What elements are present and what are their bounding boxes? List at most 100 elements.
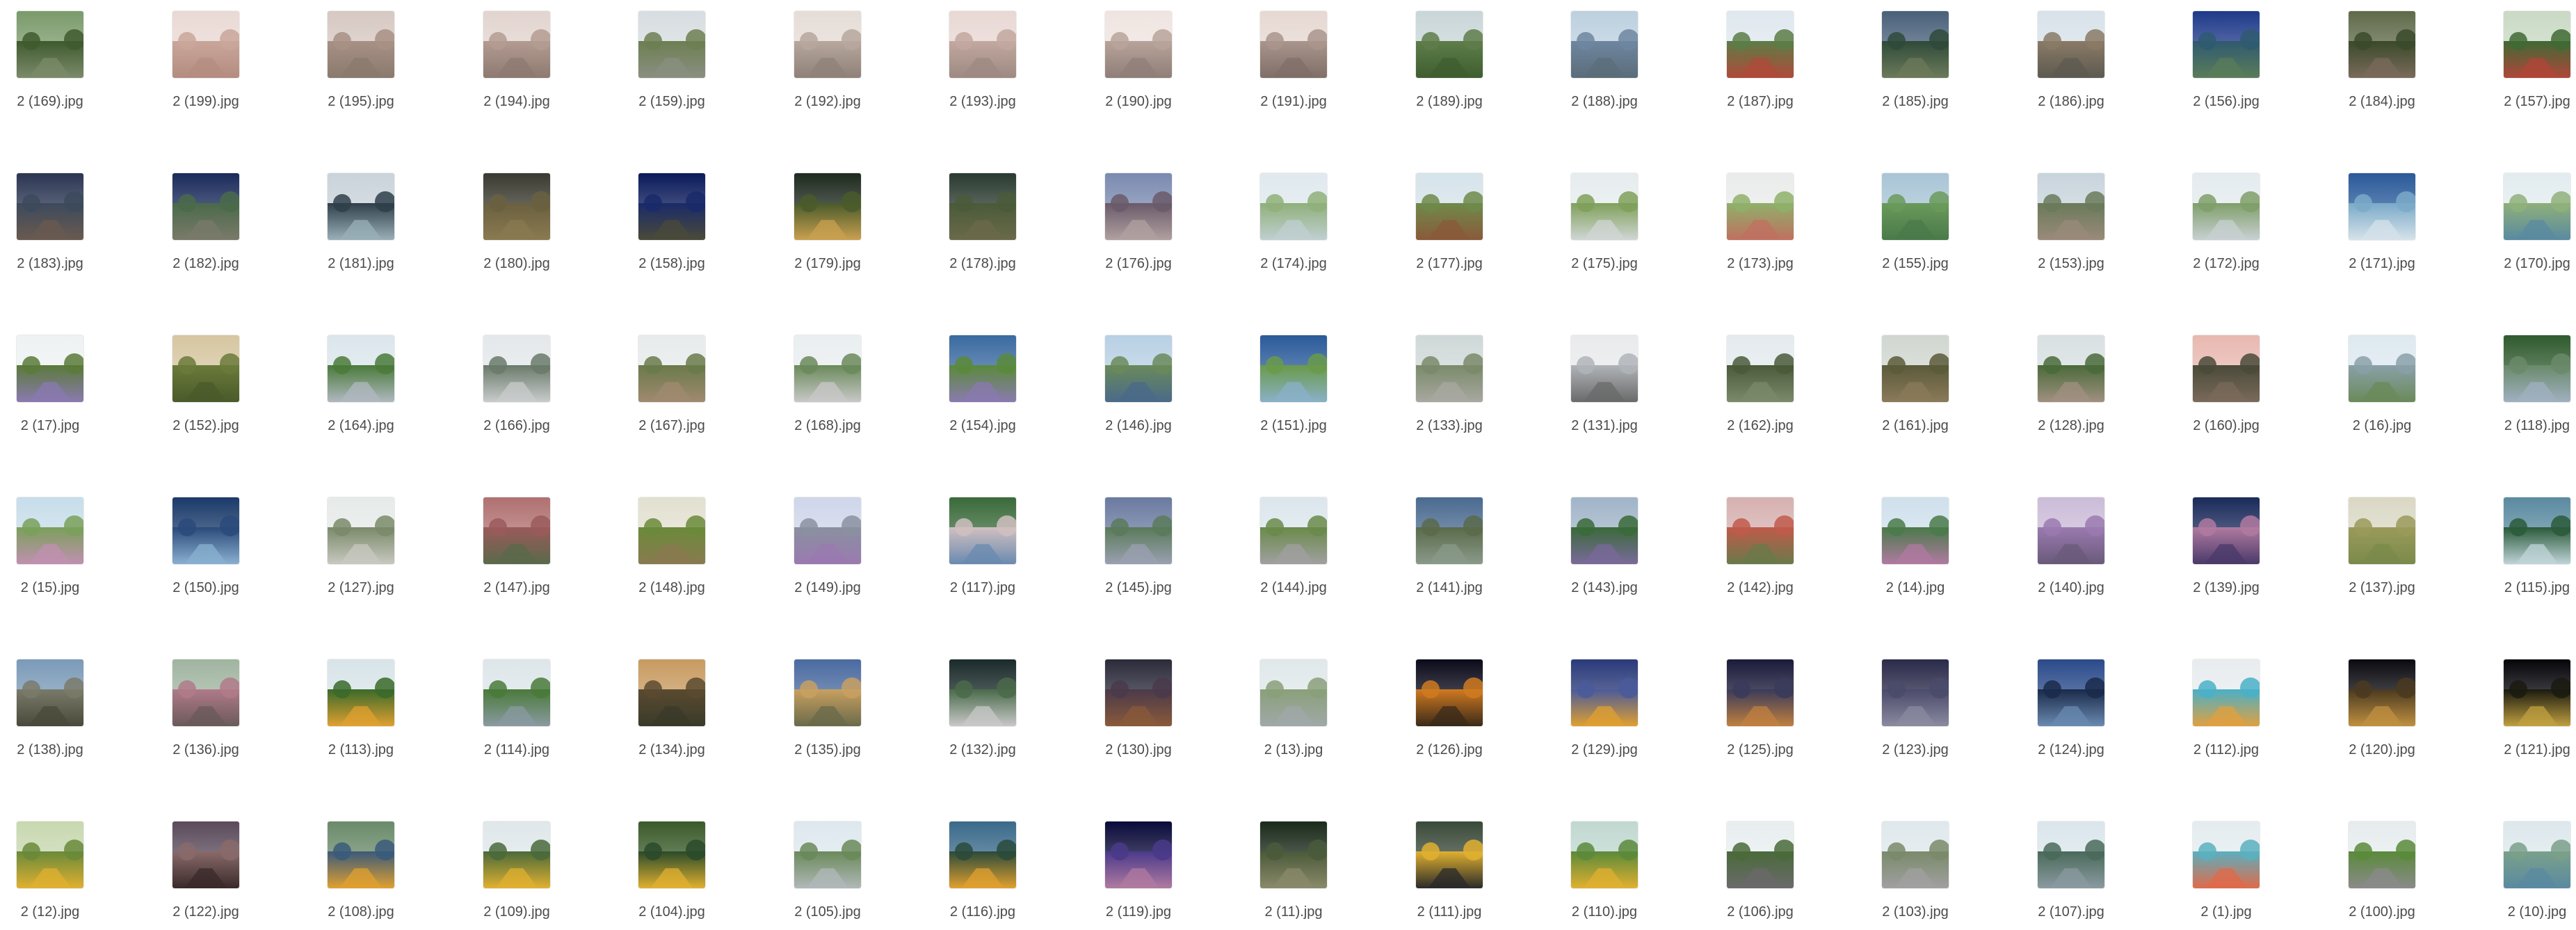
file-thumbnail[interactable] <box>2193 821 2260 888</box>
file-thumbnail[interactable] <box>172 11 239 78</box>
file-item[interactable]: 2 (138).jpg <box>0 648 116 760</box>
file-item[interactable]: 2 (14).jpg <box>1842 486 1981 598</box>
file-thumbnail[interactable] <box>1260 173 1327 240</box>
file-thumbnail[interactable] <box>172 335 239 402</box>
file-thumbnail[interactable] <box>1882 659 1949 726</box>
file-item[interactable]: 2 (105).jpg <box>755 810 894 922</box>
file-thumbnail[interactable] <box>2349 659 2415 726</box>
file-thumbnail[interactable] <box>1571 497 1638 564</box>
file-item[interactable]: 2 (126).jpg <box>1376 648 1515 760</box>
file-thumbnail[interactable] <box>1416 11 1483 78</box>
file-item[interactable]: 2 (129).jpg <box>1531 648 1671 760</box>
file-item[interactable]: 2 (181).jpg <box>288 162 427 273</box>
file-item[interactable]: 2 (188).jpg <box>1531 0 1671 111</box>
file-item[interactable]: 2 (175).jpg <box>1531 162 1671 273</box>
file-item[interactable]: 2 (156).jpg <box>2153 0 2292 111</box>
file-thumbnail[interactable] <box>794 173 861 240</box>
file-thumbnail[interactable] <box>638 173 705 240</box>
file-item[interactable]: 2 (123).jpg <box>1842 648 1981 760</box>
file-thumbnail[interactable] <box>2193 11 2260 78</box>
file-item[interactable]: 2 (139).jpg <box>2153 486 2292 598</box>
file-thumbnail[interactable] <box>328 335 394 402</box>
file-thumbnail[interactable] <box>17 11 83 78</box>
file-thumbnail[interactable] <box>2038 821 2104 888</box>
file-thumbnail[interactable] <box>2504 497 2570 564</box>
file-item[interactable]: 2 (112).jpg <box>2153 648 2292 760</box>
file-thumbnail[interactable] <box>1416 821 1483 888</box>
file-item[interactable]: 2 (147).jpg <box>444 486 583 598</box>
file-thumbnail[interactable] <box>17 821 83 888</box>
file-thumbnail[interactable] <box>1105 821 1172 888</box>
file-item[interactable]: 2 (149).jpg <box>755 486 894 598</box>
file-thumbnail[interactable] <box>794 335 861 402</box>
file-item[interactable]: 2 (169).jpg <box>0 0 116 111</box>
file-item[interactable]: 2 (162).jpg <box>1687 324 1826 435</box>
file-thumbnail[interactable] <box>2038 659 2104 726</box>
file-thumbnail[interactable] <box>2038 335 2104 402</box>
file-item[interactable]: 2 (199).jpg <box>133 0 272 111</box>
file-item[interactable]: 2 (17).jpg <box>0 324 116 435</box>
file-item[interactable]: 2 (132).jpg <box>910 648 1049 760</box>
file-thumbnail[interactable] <box>1416 335 1483 402</box>
file-thumbnail[interactable] <box>1416 173 1483 240</box>
file-item[interactable]: 2 (110).jpg <box>1531 810 1671 922</box>
file-item[interactable]: 2 (120).jpg <box>2309 648 2448 760</box>
file-item[interactable]: 2 (180).jpg <box>444 162 583 273</box>
file-item[interactable]: 2 (122).jpg <box>133 810 272 922</box>
file-item[interactable]: 2 (167).jpg <box>599 324 738 435</box>
file-thumbnail[interactable] <box>1727 173 1794 240</box>
file-thumbnail[interactable] <box>1105 173 1172 240</box>
file-item[interactable]: 2 (146).jpg <box>1065 324 1205 435</box>
file-item[interactable]: 2 (11).jpg <box>1221 810 1360 922</box>
file-thumbnail[interactable] <box>638 821 705 888</box>
file-thumbnail[interactable] <box>1571 335 1638 402</box>
file-thumbnail[interactable] <box>1571 659 1638 726</box>
file-item[interactable]: 2 (128).jpg <box>1998 324 2137 435</box>
file-thumbnail[interactable] <box>483 335 550 402</box>
file-item[interactable]: 2 (173).jpg <box>1687 162 1826 273</box>
file-item[interactable]: 2 (10).jpg <box>2464 810 2576 922</box>
file-item[interactable]: 2 (117).jpg <box>910 486 1049 598</box>
file-thumbnail[interactable] <box>794 497 861 564</box>
file-thumbnail[interactable] <box>2504 659 2570 726</box>
file-thumbnail[interactable] <box>1416 659 1483 726</box>
file-item[interactable]: 2 (176).jpg <box>1065 162 1205 273</box>
file-thumbnail[interactable] <box>949 821 1016 888</box>
file-item[interactable]: 2 (125).jpg <box>1687 648 1826 760</box>
file-item[interactable]: 2 (108).jpg <box>288 810 427 922</box>
file-thumbnail[interactable] <box>1727 335 1794 402</box>
file-thumbnail[interactable] <box>638 497 705 564</box>
file-item[interactable]: 2 (184).jpg <box>2309 0 2448 111</box>
file-thumbnail[interactable] <box>1882 821 1949 888</box>
file-item[interactable]: 2 (192).jpg <box>755 0 894 111</box>
file-item[interactable]: 2 (166).jpg <box>444 324 583 435</box>
file-thumbnail[interactable] <box>638 335 705 402</box>
file-thumbnail[interactable] <box>1260 335 1327 402</box>
file-item[interactable]: 2 (131).jpg <box>1531 324 1671 435</box>
file-thumbnail[interactable] <box>949 497 1016 564</box>
file-thumbnail[interactable] <box>2349 173 2415 240</box>
file-thumbnail[interactable] <box>2038 173 2104 240</box>
file-item[interactable]: 2 (140).jpg <box>1998 486 2137 598</box>
file-item[interactable]: 2 (116).jpg <box>910 810 1049 922</box>
file-item[interactable]: 2 (168).jpg <box>755 324 894 435</box>
file-item[interactable]: 2 (121).jpg <box>2464 648 2576 760</box>
file-item[interactable]: 2 (153).jpg <box>1998 162 2137 273</box>
file-item[interactable]: 2 (144).jpg <box>1221 486 1360 598</box>
file-thumbnail[interactable] <box>2038 497 2104 564</box>
file-item[interactable]: 2 (183).jpg <box>0 162 116 273</box>
file-item[interactable]: 2 (109).jpg <box>444 810 583 922</box>
file-item[interactable]: 2 (114).jpg <box>444 648 583 760</box>
file-thumbnail[interactable] <box>949 659 1016 726</box>
file-thumbnail[interactable] <box>172 659 239 726</box>
file-item[interactable]: 2 (130).jpg <box>1065 648 1205 760</box>
file-thumbnail[interactable] <box>172 821 239 888</box>
file-item[interactable]: 2 (145).jpg <box>1065 486 1205 598</box>
file-thumbnail[interactable] <box>1727 497 1794 564</box>
file-item[interactable]: 2 (1).jpg <box>2153 810 2292 922</box>
file-item[interactable]: 2 (191).jpg <box>1221 0 1360 111</box>
file-item[interactable]: 2 (160).jpg <box>2153 324 2292 435</box>
file-item[interactable]: 2 (178).jpg <box>910 162 1049 273</box>
file-thumbnail[interactable] <box>328 497 394 564</box>
file-item[interactable]: 2 (111).jpg <box>1376 810 1515 922</box>
